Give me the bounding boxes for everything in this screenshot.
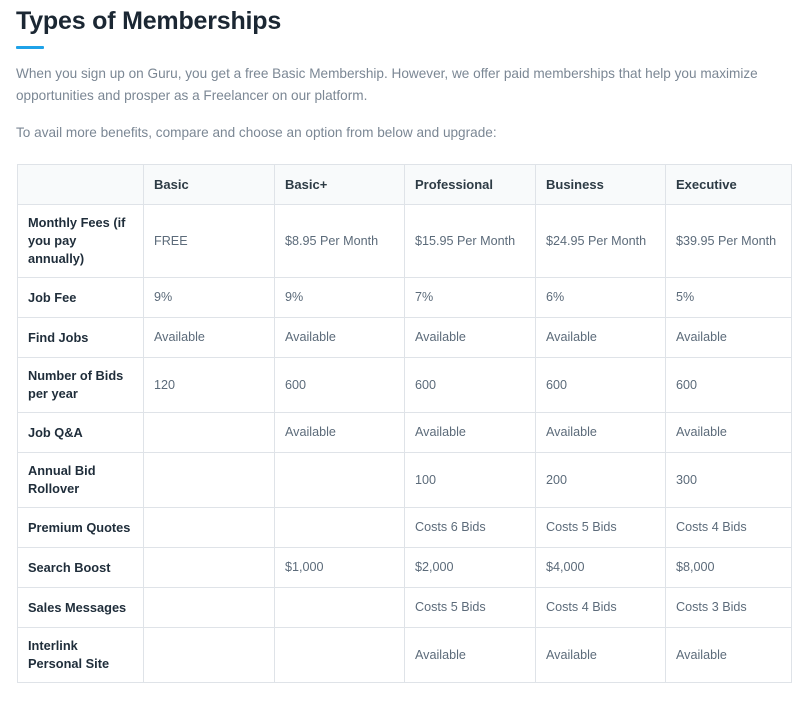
row-label: Annual Bid Rollover: [17, 452, 144, 508]
table-header-row: Basic Basic+ Professional Business Execu…: [17, 164, 792, 205]
table-row: Job Fee 9% 9% 7% 6% 5%: [17, 277, 792, 318]
table-cell: 600: [274, 357, 405, 413]
table-cell: 600: [665, 357, 792, 413]
table-row: Annual Bid Rollover 100 200 300: [17, 452, 792, 508]
membership-comparison-table: Basic Basic+ Professional Business Execu…: [17, 164, 792, 683]
table-cell: $24.95 Per Month: [535, 204, 666, 278]
row-label: Interlink Personal Site: [17, 627, 144, 683]
table-cell: Costs 6 Bids: [404, 507, 536, 548]
table-cell-empty: [274, 507, 405, 548]
column-header-professional: Professional: [404, 164, 536, 205]
table-row: Number of Bids per year 120 600 600 600 600: [17, 357, 792, 413]
table-cell: FREE: [143, 204, 275, 278]
table-cell: 6%: [535, 277, 666, 318]
table-cell: $1,000: [274, 547, 405, 588]
table-row: Monthly Fees (if you pay annually) FREE $8…: [17, 204, 792, 278]
table-row: Sales Messages Costs 5 Bids Costs 4 Bids Co…: [17, 587, 792, 628]
row-label: Search Boost: [17, 547, 144, 588]
intro-paragraph-1: When you sign up on Guru, you get a free…: [16, 66, 758, 103]
row-label: Monthly Fees (if you pay annually): [17, 204, 144, 278]
table-cell: Available: [535, 317, 666, 358]
table-cell: $8.95 Per Month: [274, 204, 405, 278]
table-row: Premium Quotes Costs 6 Bids Costs 5 Bids Co…: [17, 507, 792, 548]
table-cell: Available: [665, 412, 792, 453]
table-cell: $8,000: [665, 547, 792, 588]
table-cell: 9%: [274, 277, 405, 318]
table-cell-empty: [143, 507, 275, 548]
table-cell-empty: [143, 627, 275, 683]
table-row: Job Q&A Available Available Available Availa…: [17, 412, 792, 453]
table-cell: 300: [665, 452, 792, 508]
table-row: Search Boost $1,000 $2,000 $4,000 $8,000: [17, 547, 792, 588]
membership-table-wrapper: Basic Basic+ Professional Business Execu…: [0, 144, 800, 683]
table-cell: 120: [143, 357, 275, 413]
table-cell: Available: [274, 317, 405, 358]
table-cell: Available: [143, 317, 275, 358]
table-cell: Costs 4 Bids: [665, 507, 792, 548]
row-label: Job Q&A: [17, 412, 144, 453]
table-cell: Costs 4 Bids: [535, 587, 666, 628]
intro-paragraph-2: To avail more benefits, compare and choo…: [16, 125, 497, 140]
table-cell: Costs 5 Bids: [404, 587, 536, 628]
table-cell: Available: [665, 317, 792, 358]
table-cell: 600: [404, 357, 536, 413]
page-title: Types of Memberships: [16, 7, 282, 35]
row-label: Sales Messages: [17, 587, 144, 628]
row-label: Find Jobs: [17, 317, 144, 358]
table-cell-empty: [143, 587, 275, 628]
row-label: Job Fee: [17, 277, 144, 318]
table-cell: $15.95 Per Month: [404, 204, 536, 278]
table-cell: 200: [535, 452, 666, 508]
column-header-business: Business: [535, 164, 666, 205]
table-cell: $4,000: [535, 547, 666, 588]
table-cell: 5%: [665, 277, 792, 318]
table-cell: Available: [535, 627, 666, 683]
table-cell: 7%: [404, 277, 536, 318]
table-cell: Available: [665, 627, 792, 683]
column-header-executive: Executive: [665, 164, 792, 205]
table-cell-empty: [274, 452, 405, 508]
table-cell: Costs 3 Bids: [665, 587, 792, 628]
table-cell: 600: [535, 357, 666, 413]
table-row: Interlink Personal Site Available Availabl…: [17, 627, 792, 683]
table-cell: 9%: [143, 277, 275, 318]
membership-page: Types of Memberships When you sign up on…: [0, 0, 800, 710]
table-cell: $2,000: [404, 547, 536, 588]
column-header-basic: Basic: [143, 164, 275, 205]
row-label: Premium Quotes: [17, 507, 144, 548]
table-row: Find Jobs Available Available Available Avai…: [17, 317, 792, 358]
table-cell-empty: [274, 627, 405, 683]
table-cell: Available: [404, 317, 536, 358]
table-cell: 100: [404, 452, 536, 508]
table-cell-empty: [143, 452, 275, 508]
row-label: Number of Bids per year: [17, 357, 144, 413]
table-header: Basic Basic+ Professional Business Execu…: [17, 164, 792, 205]
table-cell: Costs 5 Bids: [535, 507, 666, 548]
table-cell-empty: [143, 547, 275, 588]
table-cell: Available: [274, 412, 405, 453]
table-cell: $39.95 Per Month: [665, 204, 792, 278]
table-cell-empty: [143, 412, 275, 453]
column-header-basic-plus: Basic+: [274, 164, 405, 205]
table-cell-empty: [274, 587, 405, 628]
table-cell: Available: [404, 412, 536, 453]
table-body: Monthly Fees (if you pay annually) FREE $8…: [17, 204, 792, 683]
table-corner-cell: [17, 164, 144, 205]
table-cell: Available: [404, 627, 536, 683]
table-cell: Available: [535, 412, 666, 453]
